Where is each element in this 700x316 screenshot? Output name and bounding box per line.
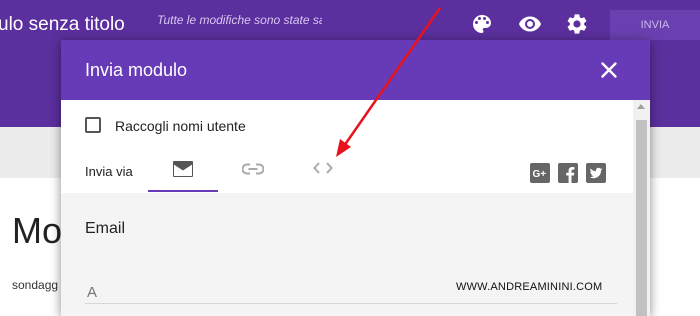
embed-code-icon bbox=[313, 162, 333, 174]
facebook-icon[interactable] bbox=[558, 163, 578, 183]
dialog-title: Invia modulo bbox=[85, 60, 188, 80]
form-heading[interactable]: Mo bbox=[12, 210, 62, 252]
gear-icon[interactable] bbox=[565, 12, 589, 36]
send-via-label: Invia via bbox=[85, 164, 133, 179]
twitter-icon[interactable] bbox=[586, 163, 606, 183]
email-heading: Email bbox=[85, 220, 126, 237]
dialog-scrollbar[interactable] bbox=[633, 100, 650, 316]
email-icon bbox=[173, 161, 193, 177]
email-tab-panel: Email WWW.ANDREAMININI.COM bbox=[61, 193, 633, 316]
tab-link[interactable] bbox=[218, 150, 288, 192]
tab-email[interactable] bbox=[148, 150, 218, 192]
form-title[interactable]: ulo senza titolo bbox=[0, 14, 125, 36]
google-plus-icon[interactable]: G+ bbox=[530, 163, 550, 183]
eye-icon[interactable] bbox=[518, 12, 542, 36]
link-icon bbox=[242, 163, 264, 175]
scroll-thumb[interactable] bbox=[636, 120, 647, 316]
form-description[interactable]: sondagg bbox=[12, 278, 58, 292]
dialog-body: Raccogli nomi utente Invia via G+ Email … bbox=[61, 100, 633, 316]
send-form-dialog: Invia modulo Raccogli nomi utente Invia … bbox=[61, 40, 650, 316]
close-icon[interactable] bbox=[596, 57, 622, 83]
active-tab-indicator bbox=[148, 190, 218, 192]
send-button[interactable]: INVIA bbox=[610, 10, 700, 40]
dialog-header: Invia modulo bbox=[61, 40, 650, 100]
collect-usernames-label[interactable]: Raccogli nomi utente bbox=[115, 118, 246, 134]
palette-icon[interactable] bbox=[470, 12, 494, 36]
watermark-text: WWW.ANDREAMININI.COM bbox=[456, 281, 603, 293]
tab-embed[interactable] bbox=[288, 150, 358, 192]
scroll-up-arrow[interactable] bbox=[637, 104, 645, 109]
save-status-text: Tutte le modifiche sono state salvate in… bbox=[157, 13, 322, 27]
svg-text:G+: G+ bbox=[533, 169, 547, 180]
collect-usernames-checkbox[interactable] bbox=[85, 117, 101, 133]
